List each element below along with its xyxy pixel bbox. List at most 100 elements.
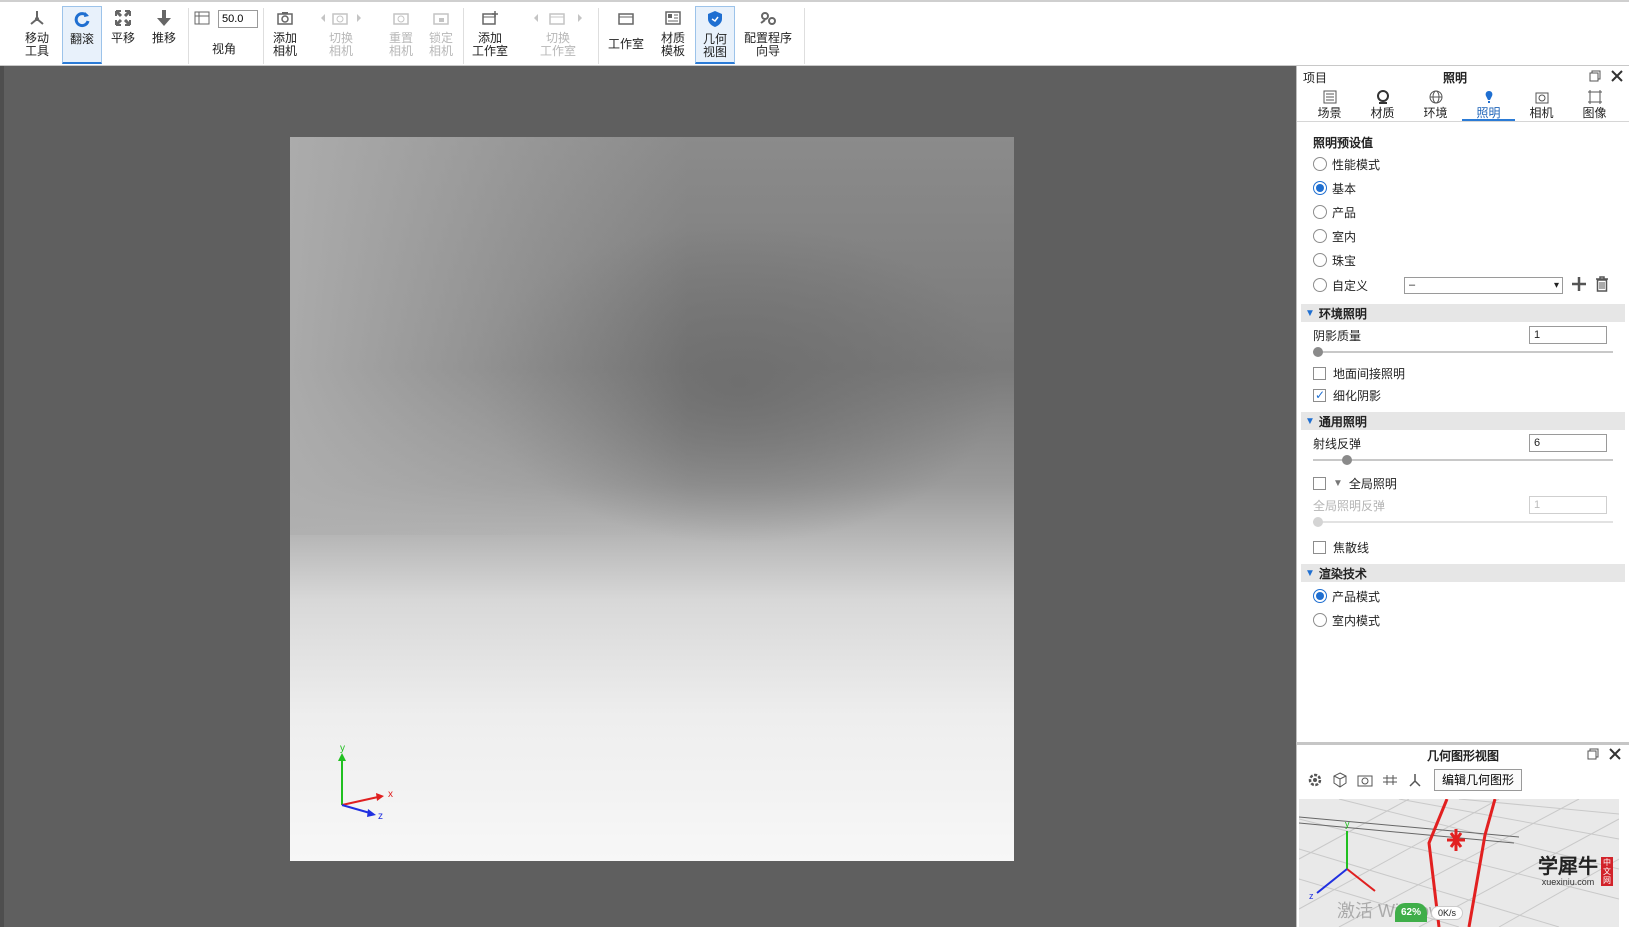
tab-scene[interactable]: 场景	[1303, 88, 1356, 121]
preset-interior[interactable]: 室内	[1297, 224, 1629, 248]
checkbox-label: 全局照明	[1348, 476, 1397, 491]
tab-environment[interactable]: 环境	[1409, 88, 1462, 121]
tab-camera[interactable]: 相机	[1515, 88, 1568, 121]
switch-studio-icon	[530, 6, 586, 30]
slider-thumb	[1313, 517, 1323, 527]
tab-lighting[interactable]: 照明	[1462, 88, 1515, 121]
slider-thumb[interactable]	[1342, 455, 1352, 465]
edit-geometry-button[interactable]: 编辑几何图形	[1434, 769, 1523, 791]
cube-icon[interactable]	[1330, 770, 1350, 790]
radio-button[interactable]	[1313, 157, 1327, 171]
grid-icon[interactable]	[1380, 770, 1400, 790]
general-lighting-group[interactable]: ▼ 通用照明	[1301, 412, 1625, 430]
dolly-label: 推移	[151, 31, 176, 45]
camera-icon[interactable]	[1355, 770, 1375, 790]
tab-materials[interactable]: 材质	[1356, 88, 1409, 121]
gi-bounces-slider	[1313, 516, 1613, 528]
tumble-button[interactable]: 翻滚	[62, 6, 102, 64]
radio-label: 自定义	[1332, 278, 1369, 293]
move-tool-label: 移动 工具	[24, 31, 49, 58]
project-title: 项目	[1303, 70, 1328, 85]
add-studio-button[interactable]: 添加 工作室	[470, 6, 510, 64]
move-tool-button[interactable]: 移动 工具	[22, 6, 52, 64]
expand-triangle-icon[interactable]: ▼	[1333, 478, 1343, 489]
caustics-row[interactable]: 焦散线	[1297, 536, 1629, 558]
ground-indirect-checkbox[interactable]	[1313, 366, 1326, 380]
shadow-quality-label: 阴影质量	[1313, 328, 1362, 343]
refine-shadows-row[interactable]: 细化阴影	[1297, 384, 1629, 406]
switch-studio-button[interactable]: 切换 工作室	[528, 6, 588, 64]
render-mode-product[interactable]: 产品模式	[1297, 584, 1629, 608]
global-illum-row[interactable]: ▼ 全局照明	[1297, 472, 1629, 494]
add-icon[interactable]	[1571, 276, 1587, 295]
network-speed: 0K/s	[1431, 905, 1464, 920]
preset-product[interactable]: 产品	[1297, 200, 1629, 224]
radio-button[interactable]	[1313, 278, 1327, 292]
preset-jewelry[interactable]: 珠宝	[1297, 248, 1629, 272]
refine-shadows-checkbox[interactable]	[1313, 388, 1326, 402]
add-camera-button[interactable]: 添加 相机	[270, 6, 300, 64]
geo-title: 几何图形视图	[1426, 748, 1499, 763]
slider-thumb[interactable]	[1313, 347, 1323, 357]
radio-button[interactable]	[1313, 229, 1327, 243]
site-logo: 学犀牛 xuexiniu.com 中文网	[1538, 855, 1613, 887]
material-templates-button[interactable]: 材质 模板	[658, 6, 688, 64]
ground-indirect-row[interactable]: 地面间接照明	[1297, 362, 1629, 384]
config-wizard-button[interactable]: 配置程序 向导	[743, 6, 793, 64]
ray-bounces-input[interactable]: 6	[1529, 434, 1607, 452]
crop-icon	[1587, 90, 1602, 104]
trash-icon[interactable]	[1595, 275, 1609, 295]
chevron-down-icon: ▼	[1305, 415, 1315, 427]
pan-label: 平移	[110, 31, 135, 45]
caustics-checkbox[interactable]	[1313, 540, 1326, 554]
radio-button[interactable]	[1313, 181, 1327, 195]
render-mode-interior[interactable]: 室内模式	[1297, 608, 1629, 632]
lock-camera-button[interactable]: 锁定 相机	[426, 6, 456, 64]
geo-axis-z-label: z	[1309, 891, 1314, 901]
preset-basic[interactable]: 基本	[1297, 176, 1629, 200]
close-icon[interactable]	[1611, 69, 1623, 85]
preset-custom[interactable]: 自定义 –	[1297, 272, 1629, 298]
geometry-view-button[interactable]: 几何 视图	[695, 6, 735, 64]
restore-icon[interactable]	[1589, 70, 1601, 85]
radio-button[interactable]	[1313, 205, 1327, 219]
radio-button[interactable]	[1313, 253, 1327, 267]
custom-preset-select[interactable]: –	[1404, 276, 1564, 294]
close-icon[interactable]	[1609, 748, 1621, 763]
fov-input[interactable]	[218, 10, 258, 28]
material-templates-icon	[664, 6, 682, 30]
radio-button[interactable]	[1313, 613, 1327, 627]
render-technique-group[interactable]: ▼ 渲染技术	[1301, 564, 1625, 582]
chevron-down-icon: ▼	[1305, 307, 1315, 319]
shadow-quality-input[interactable]: 1	[1529, 326, 1607, 344]
radio-label: 室内	[1332, 229, 1357, 244]
reset-camera-button[interactable]: 重置 相机	[386, 6, 416, 64]
move-tool-icon[interactable]	[1405, 770, 1425, 790]
panel-title: 照明	[1443, 70, 1468, 85]
ray-bounces-slider[interactable]	[1313, 454, 1613, 466]
render-viewport[interactable]: y x z	[0, 66, 1293, 927]
gear-icon[interactable]	[1305, 770, 1325, 790]
config-wizard-label: 配置程序 向导	[743, 31, 792, 58]
radio-label: 珠宝	[1332, 253, 1357, 268]
pan-button[interactable]: 平移	[108, 6, 138, 64]
ray-bounces-label: 射线反弹	[1313, 436, 1362, 451]
restore-icon[interactable]	[1587, 748, 1599, 763]
render-canvas[interactable]: y x z	[290, 137, 1014, 861]
geometry-canvas[interactable]: y z 激活 Windows 学犀牛 xuexiniu.com 中文网 62% …	[1299, 799, 1619, 927]
tab-label: 场景	[1317, 106, 1342, 120]
radio-label: 产品	[1332, 205, 1357, 220]
tab-label: 图像	[1582, 106, 1607, 120]
radio-button[interactable]	[1313, 589, 1327, 603]
preset-performance[interactable]: 性能模式	[1297, 152, 1629, 176]
studio-button[interactable]: 工作室	[606, 6, 646, 64]
tab-image[interactable]: 图像	[1568, 88, 1621, 121]
shadow-quality-row: 阴影质量 1	[1297, 324, 1629, 346]
geometry-view-panel: 几何图形视图 编辑几何图形 y z 激活 Windows 学犀牛 xuexini…	[1296, 742, 1629, 927]
global-illum-checkbox[interactable]	[1313, 476, 1326, 490]
env-lighting-group[interactable]: ▼ 环境照明	[1301, 304, 1625, 322]
shadow-quality-slider[interactable]	[1313, 346, 1613, 358]
dolly-button[interactable]: 推移	[149, 6, 179, 64]
switch-camera-button[interactable]: 切换 相机	[316, 6, 366, 64]
fov-label: 视角	[212, 42, 237, 56]
